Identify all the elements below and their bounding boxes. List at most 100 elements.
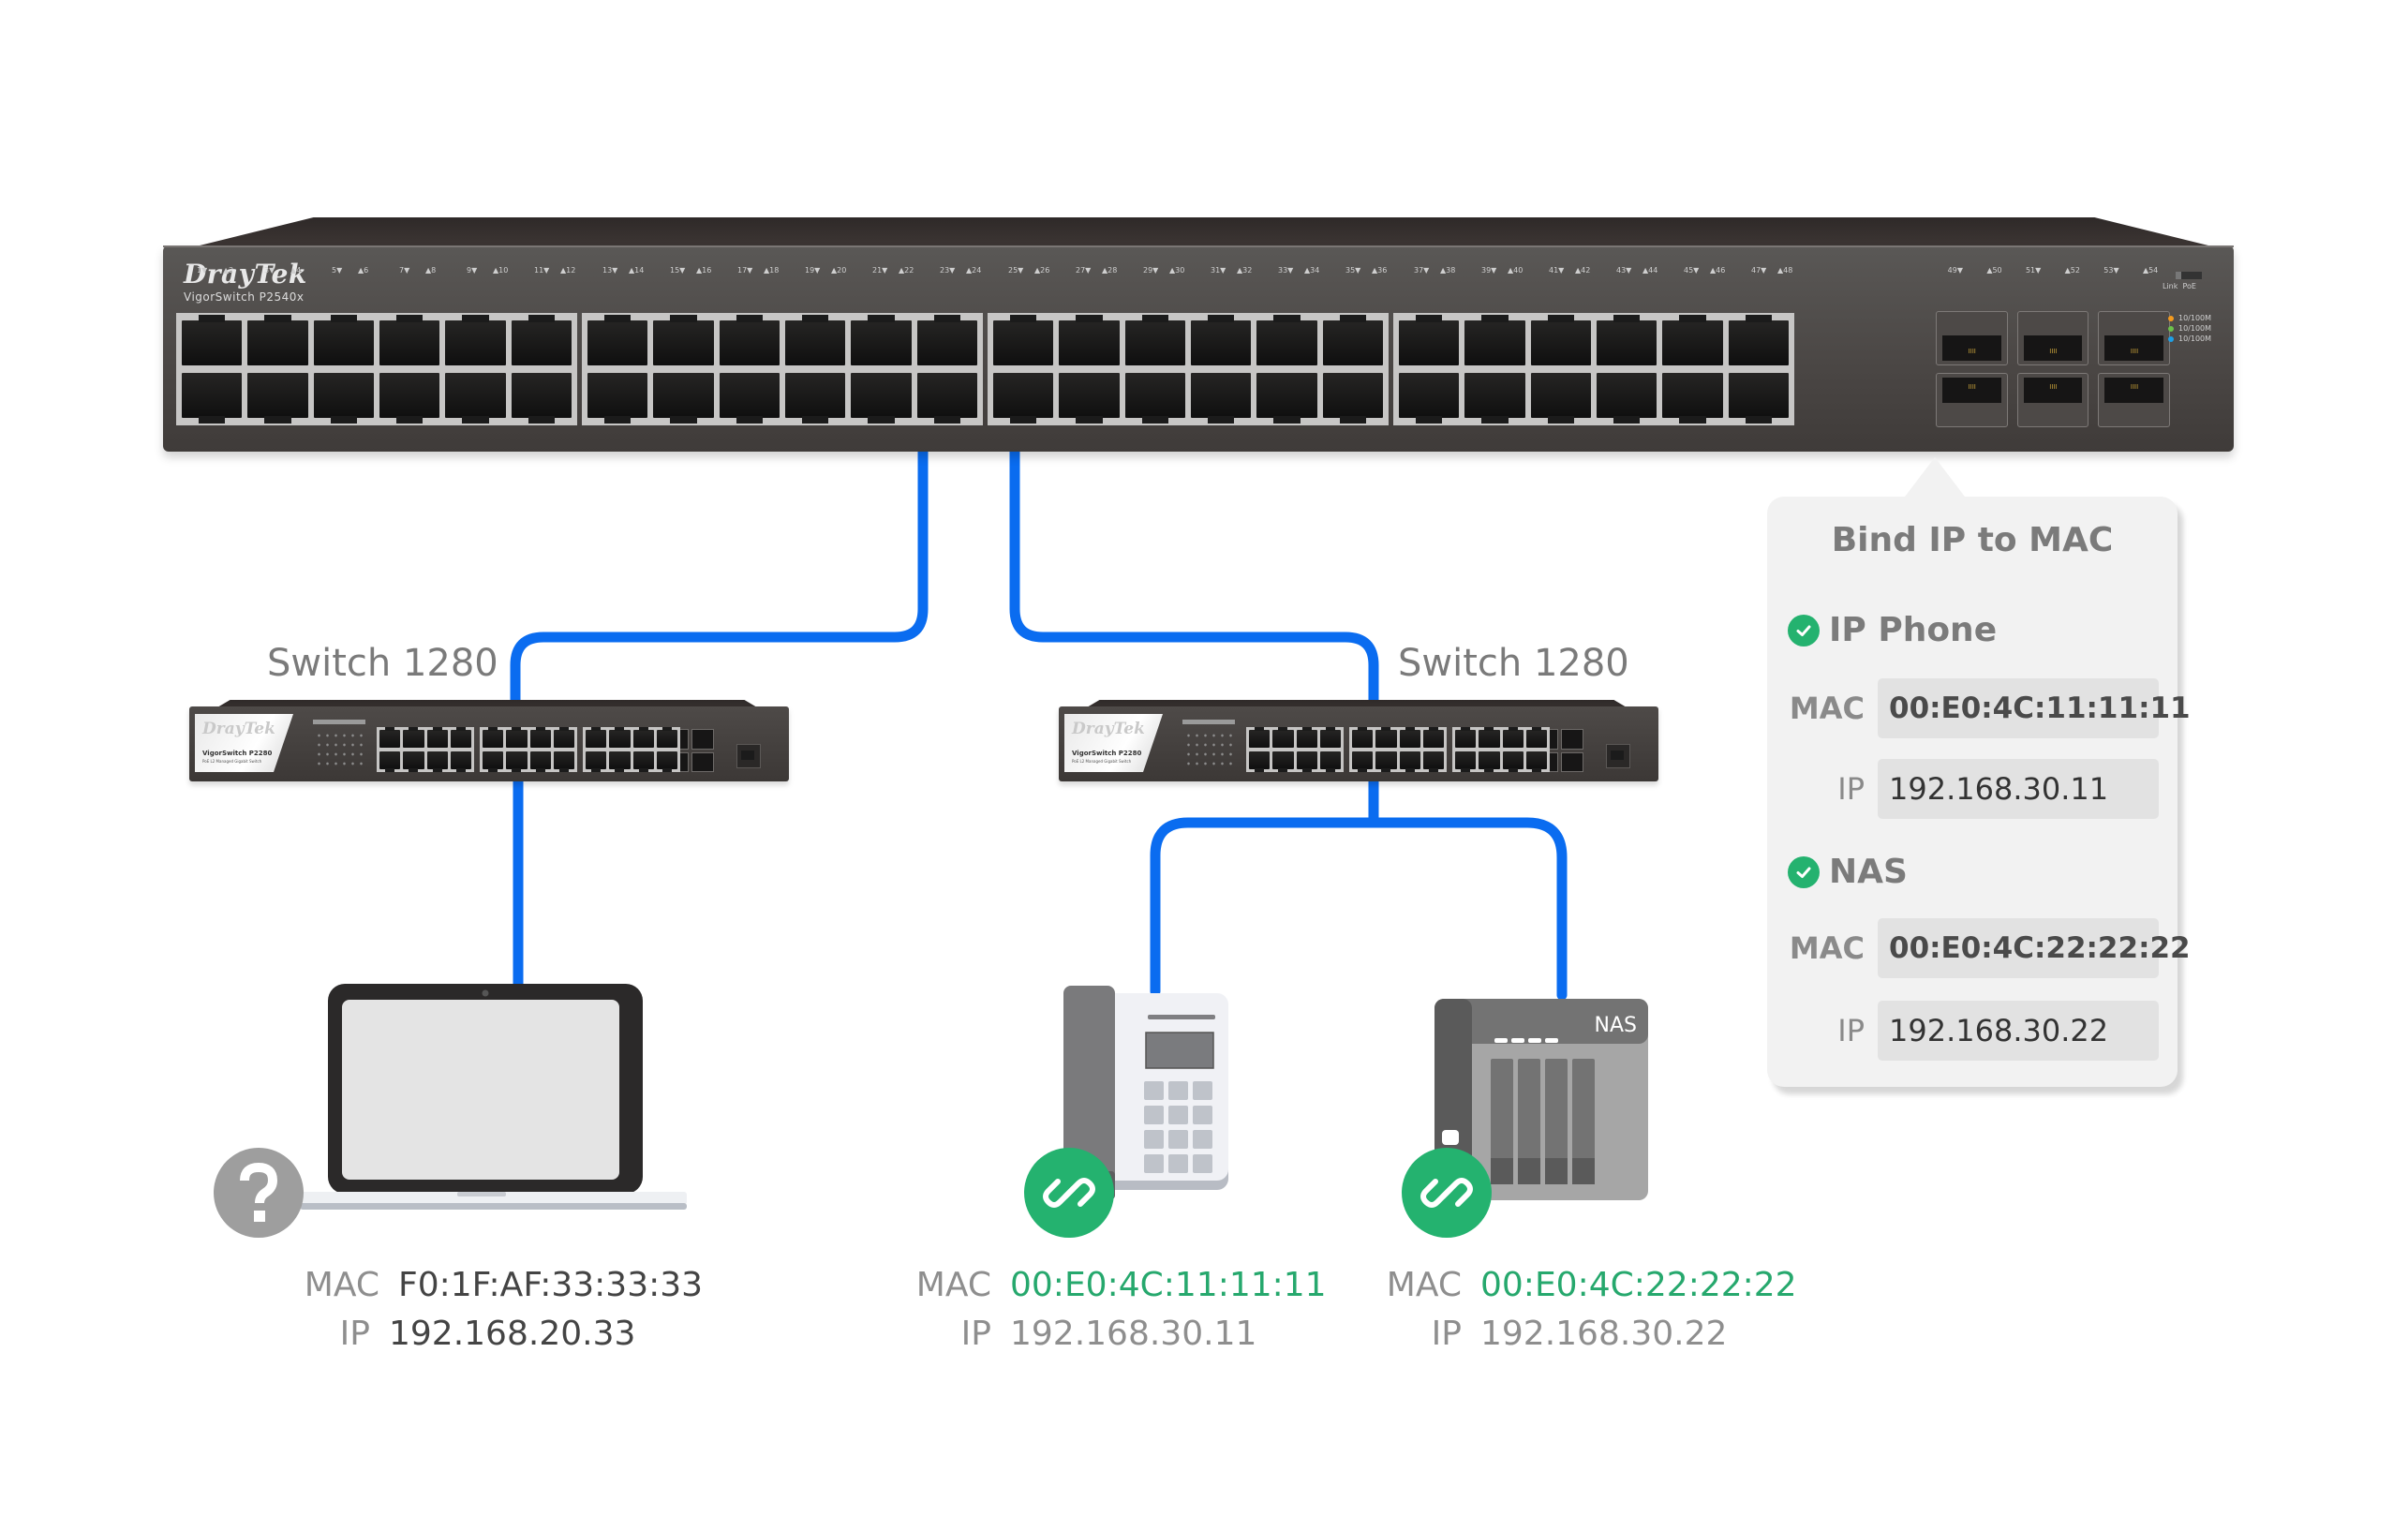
- rj45-port-group: [1393, 313, 1794, 425]
- rj45-port: [1662, 315, 1723, 365]
- rj45-port: [1530, 315, 1591, 365]
- port-number-label: ▲6: [358, 266, 369, 275]
- port-number-label: ▲46: [1710, 266, 1726, 275]
- switch-right: DrayTek VigorSwitch P2280 PoE L2 Managed…: [1059, 706, 1658, 781]
- rj45-port: [426, 751, 448, 772]
- rj45-port: [511, 315, 572, 365]
- port-number-label: 21▼: [872, 266, 888, 275]
- main-switch: DrayTek VigorSwitch P2540x 1▼ ▲2 3▼ ▲4 5▼ ▲6 7…: [163, 245, 2234, 452]
- check-circle-icon: [1788, 614, 1820, 647]
- nas-mac: 00:E0:4C:22:22:22: [1480, 1266, 1797, 1304]
- rj45-port: [1597, 373, 1657, 424]
- rj45-port: [1249, 727, 1271, 748]
- rj45-port: [609, 751, 631, 772]
- nas-mac-field[interactable]: MAC 00:E0:4C:22:22:22: [1790, 918, 2191, 978]
- rj45-port: [1399, 751, 1420, 772]
- rj45-port: [445, 373, 506, 424]
- port-number-label: ▲48: [1777, 266, 1793, 275]
- rj45-port: [379, 373, 440, 424]
- rj45-port: [851, 315, 912, 365]
- rj45-port: [313, 315, 374, 365]
- rj45-port: [553, 751, 574, 772]
- rj45-port: [1375, 751, 1397, 772]
- phone-mac-field[interactable]: MAC 00:E0:4C:11:11:11: [1790, 678, 2191, 738]
- port-number-labels: 1▼ ▲2 3▼ ▲4 5▼ ▲6 7▼ ▲8 9▼ ▲10 11▼ ▲12 13▼ ▲14 15▼ ▲16 1…: [197, 266, 2067, 279]
- console-port: [736, 744, 761, 768]
- phone-ip-field[interactable]: IP 192.168.30.11: [1837, 759, 2159, 819]
- rj45-port: [785, 315, 846, 365]
- main-switch-top-surface: [192, 217, 2216, 247]
- rj45-port: [1597, 315, 1657, 365]
- rj45-port: [553, 727, 574, 748]
- callout-title: Bind IP to MAC: [1831, 521, 2114, 559]
- port-number-label: 17▼: [737, 266, 753, 275]
- port-number-label: 3▼: [264, 266, 275, 275]
- blue-led-icon: [2168, 335, 2174, 342]
- rj45-port: [1479, 727, 1500, 748]
- rj45-port: [1502, 751, 1524, 772]
- rj45-port: [632, 727, 654, 748]
- rj45-port: [1455, 751, 1477, 772]
- bind-ip-to-mac-panel: Bind IP to MAC IP Phone MAC 00:E0:4C:11:…: [1767, 497, 2191, 1087]
- rj45-port: [1272, 727, 1294, 748]
- question-icon: [214, 1148, 304, 1238]
- rj45-port: [1662, 373, 1723, 424]
- nas-device-label: NAS: [1595, 1014, 1637, 1037]
- rj45-port-group: [1246, 727, 1344, 772]
- rj45-port: [483, 727, 504, 748]
- phone-info: MAC 00:E0:4C:11:11:11 IP 192.168.30.11: [907, 1261, 1327, 1359]
- rj45-port: [529, 751, 551, 772]
- ip-label: IP: [1837, 1013, 1865, 1048]
- port-number-label: ▲34: [1304, 266, 1320, 275]
- port-number-label: 19▼: [805, 266, 821, 275]
- sfp-port-labels: 49▼ ▲50 51▼ ▲52 53▼ ▲54: [1947, 266, 2159, 275]
- link-icon: [1402, 1148, 1492, 1238]
- port-number-label: 47▼: [1751, 266, 1767, 275]
- rj45-port: [313, 373, 374, 424]
- port-number-label: ▲18: [764, 266, 780, 275]
- rj45-port: [1256, 373, 1317, 424]
- rj45-port: [450, 727, 471, 748]
- rj45-port: [916, 315, 977, 365]
- sfp-port: IIII: [2016, 373, 2089, 427]
- nas-ip-field[interactable]: IP 192.168.30.22: [1837, 1001, 2159, 1061]
- rj45-port: [483, 751, 504, 772]
- rj45-port: [656, 727, 677, 748]
- rj45-port: [586, 727, 607, 748]
- rj45-port: [379, 751, 401, 772]
- port-number-label: ▲26: [1034, 266, 1050, 275]
- port-number-label: 27▼: [1076, 266, 1092, 275]
- nas-info: MAC 00:E0:4C:22:22:22 IP 192.168.30.22: [1377, 1261, 1797, 1359]
- port-number-label: ▲24: [966, 266, 982, 275]
- port-number-label: 39▼: [1481, 266, 1497, 275]
- cable-to-phone: [1150, 817, 1379, 997]
- rj45-port: [1422, 727, 1444, 748]
- rj45-port: [403, 751, 424, 772]
- port-number-label: ▲42: [1575, 266, 1591, 275]
- rj45-port: [1059, 373, 1120, 424]
- cable-to-nas: [1368, 817, 1568, 1001]
- laptop-info: MAC F0:1F:AF:33:33:33 IP 192.168.20.33: [295, 1261, 703, 1359]
- rj45-port-group: [582, 313, 983, 425]
- rj45-port-group: [1349, 727, 1447, 772]
- switch-led-block: [302, 720, 367, 772]
- port-number-label: 31▼: [1211, 266, 1226, 275]
- rj45-port: [1322, 373, 1383, 424]
- rj45-port: [1319, 727, 1341, 748]
- cable-main-to-switch-right: [1009, 442, 1379, 708]
- link-icon: [1024, 1148, 1114, 1238]
- port-number-label: 25▼: [1008, 266, 1024, 275]
- cable-main-to-switch-left: [510, 442, 929, 708]
- rj45-port: [1399, 373, 1460, 424]
- port-number-label: 29▼: [1143, 266, 1159, 275]
- sfp-port: IIII: [1936, 373, 2008, 427]
- port-number-label: 43▼: [1616, 266, 1632, 275]
- rj45-port: [586, 751, 607, 772]
- rj45-port-group: [1452, 727, 1550, 772]
- rj45-port: [1352, 727, 1374, 748]
- port-number-label: ▲8: [425, 266, 437, 275]
- rj45-port: [506, 727, 528, 748]
- check-circle-icon: [1788, 855, 1820, 888]
- rj45-port: [1525, 751, 1547, 772]
- rj45-port: [1296, 727, 1317, 748]
